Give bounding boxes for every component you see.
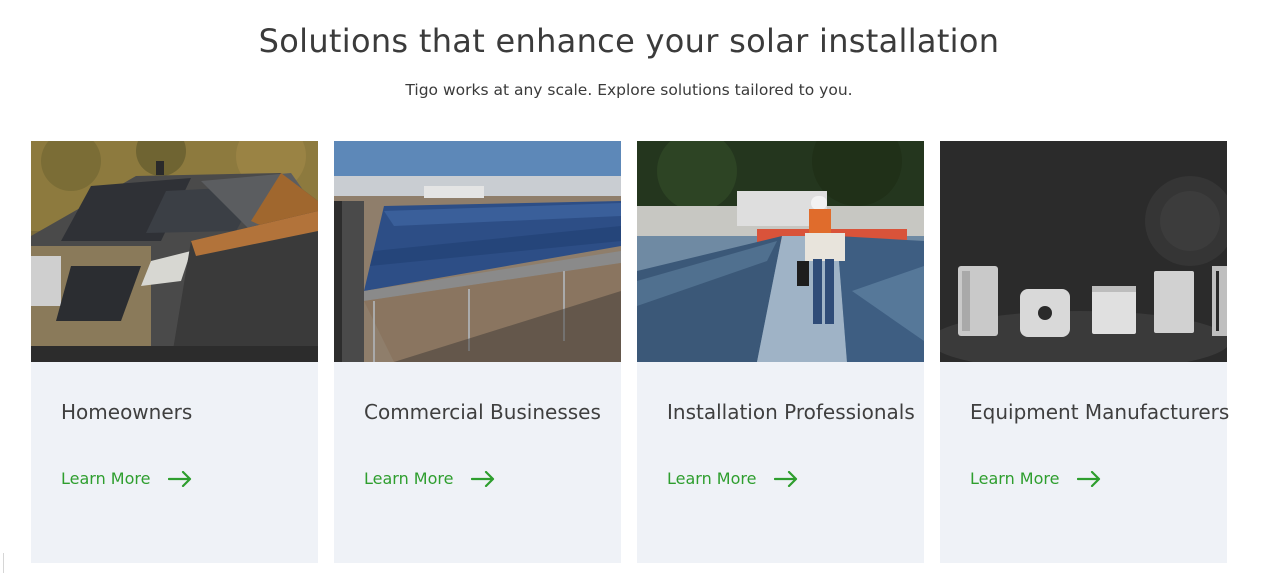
card-image-installation <box>637 141 924 362</box>
learn-more-label: Learn More <box>970 469 1060 488</box>
learn-more-link[interactable]: Learn More <box>970 469 1101 488</box>
card-title: Commercial Businesses <box>364 400 601 424</box>
learn-more-label: Learn More <box>364 469 454 488</box>
card-image-equipment <box>940 141 1227 362</box>
card-title: Equipment Manufacturers <box>970 400 1230 424</box>
learn-more-link[interactable]: Learn More <box>364 469 495 488</box>
arrow-right-icon <box>471 470 495 487</box>
learn-more-link[interactable]: Learn More <box>667 469 798 488</box>
card-image-homeowners <box>31 141 318 362</box>
card-title: Homeowners <box>61 400 193 424</box>
card-equipment-manufacturers[interactable]: Equipment Manufacturers Learn More <box>940 141 1230 563</box>
card-commercial-businesses[interactable]: Commercial Businesses Learn More <box>334 141 621 563</box>
card-title: Installation Professionals <box>667 400 915 424</box>
card-image-commercial <box>334 141 621 362</box>
card-homeowners[interactable]: Homeowners Learn More <box>31 141 318 563</box>
learn-more-label: Learn More <box>61 469 151 488</box>
learn-more-label: Learn More <box>667 469 757 488</box>
section-subtitle: Tigo works at any scale. Explore solutio… <box>405 81 853 99</box>
learn-more-link[interactable]: Learn More <box>61 469 192 488</box>
arrow-right-icon <box>168 470 192 487</box>
page-edge-mark <box>0 553 4 573</box>
section-title: Solutions that enhance your solar instal… <box>258 22 1000 60</box>
card-installation-professionals[interactable]: Installation Professionals Learn More <box>637 141 924 563</box>
arrow-right-icon <box>774 470 798 487</box>
arrow-right-icon <box>1077 470 1101 487</box>
